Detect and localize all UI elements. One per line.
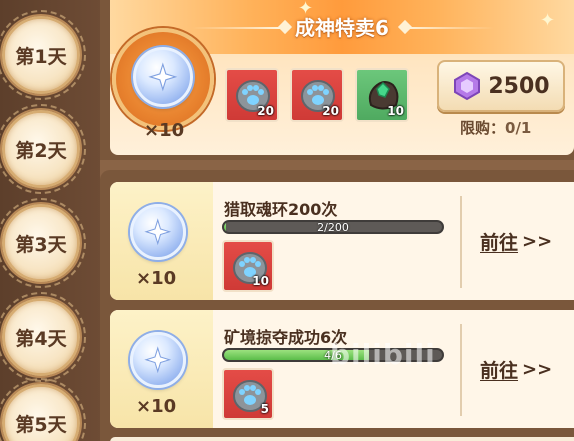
- star-coin-icon: [133, 47, 193, 107]
- reward-item[interactable]: 5: [222, 368, 274, 420]
- goto-button[interactable]: 前往 >>: [480, 182, 564, 300]
- chevron-right-icon: >>: [522, 358, 553, 380]
- day-tab-label: 第3天: [15, 233, 67, 256]
- task-row: ×10 猎取魂环200次 2/200 10 前往 >>: [110, 182, 574, 300]
- task-row-partial: [110, 437, 574, 441]
- featured-reward-qty: ×10: [144, 120, 185, 141]
- goto-label: 前往: [480, 231, 519, 254]
- price-value: 2500: [488, 73, 550, 99]
- task-progress-text: 2/200: [317, 221, 349, 234]
- buy-button[interactable]: 2500: [437, 60, 565, 112]
- task-name: 矿境掠夺成功6次: [224, 328, 348, 347]
- day-tab-label: 第2天: [15, 139, 67, 162]
- task-reward-qty: ×10: [136, 396, 177, 417]
- star-coin-icon: [130, 204, 186, 260]
- purchase-limit-value: 0/1: [505, 119, 532, 137]
- task-name: 猎取魂环200次: [224, 200, 338, 219]
- featured-sale-card: ✦ ✦ 成神特卖6 ×10 20 20 10 2500 限购：0/1: [110, 0, 574, 155]
- day-tab-label: 第4天: [15, 327, 67, 350]
- purchase-limit: 限购：0/1: [460, 117, 531, 138]
- task-progress-bar: 2/200: [222, 220, 444, 234]
- task-reward-qty: ×10: [136, 268, 177, 289]
- day-tab-label: 第5天: [15, 413, 67, 436]
- item-count: 5: [260, 402, 269, 416]
- chevron-right-icon: >>: [522, 230, 553, 252]
- purple-gem-icon: [454, 71, 481, 101]
- item-count: 10: [387, 104, 404, 118]
- day-tab-1[interactable]: 第1天: [0, 10, 86, 100]
- day-tab-2[interactable]: 第2天: [0, 104, 86, 194]
- day-list: 第1天 第2天 第3天 第4天 第5天: [0, 0, 102, 441]
- purchase-limit-label: 限购：: [460, 119, 506, 137]
- reward-item[interactable]: 20: [290, 68, 344, 122]
- item-count: 20: [257, 104, 274, 118]
- day-tab-3[interactable]: 第3天: [0, 198, 86, 288]
- day-tab-label: 第1天: [15, 45, 67, 68]
- reward-item[interactable]: 10: [355, 68, 409, 122]
- watermark: bilibili: [330, 338, 436, 371]
- day-tab-4[interactable]: 第4天: [0, 292, 86, 382]
- star-coin-icon: [130, 332, 186, 388]
- featured-reward-frame: [112, 28, 214, 130]
- day-tab-5[interactable]: 第5天: [0, 378, 86, 441]
- reward-item[interactable]: 10: [222, 240, 274, 292]
- goto-button[interactable]: 前往 >>: [480, 310, 564, 428]
- divider: [460, 196, 462, 288]
- item-count: 10: [252, 274, 269, 288]
- reward-item[interactable]: 20: [225, 68, 279, 122]
- goto-label: 前往: [480, 359, 519, 382]
- item-count: 20: [322, 104, 339, 118]
- divider: [460, 324, 462, 416]
